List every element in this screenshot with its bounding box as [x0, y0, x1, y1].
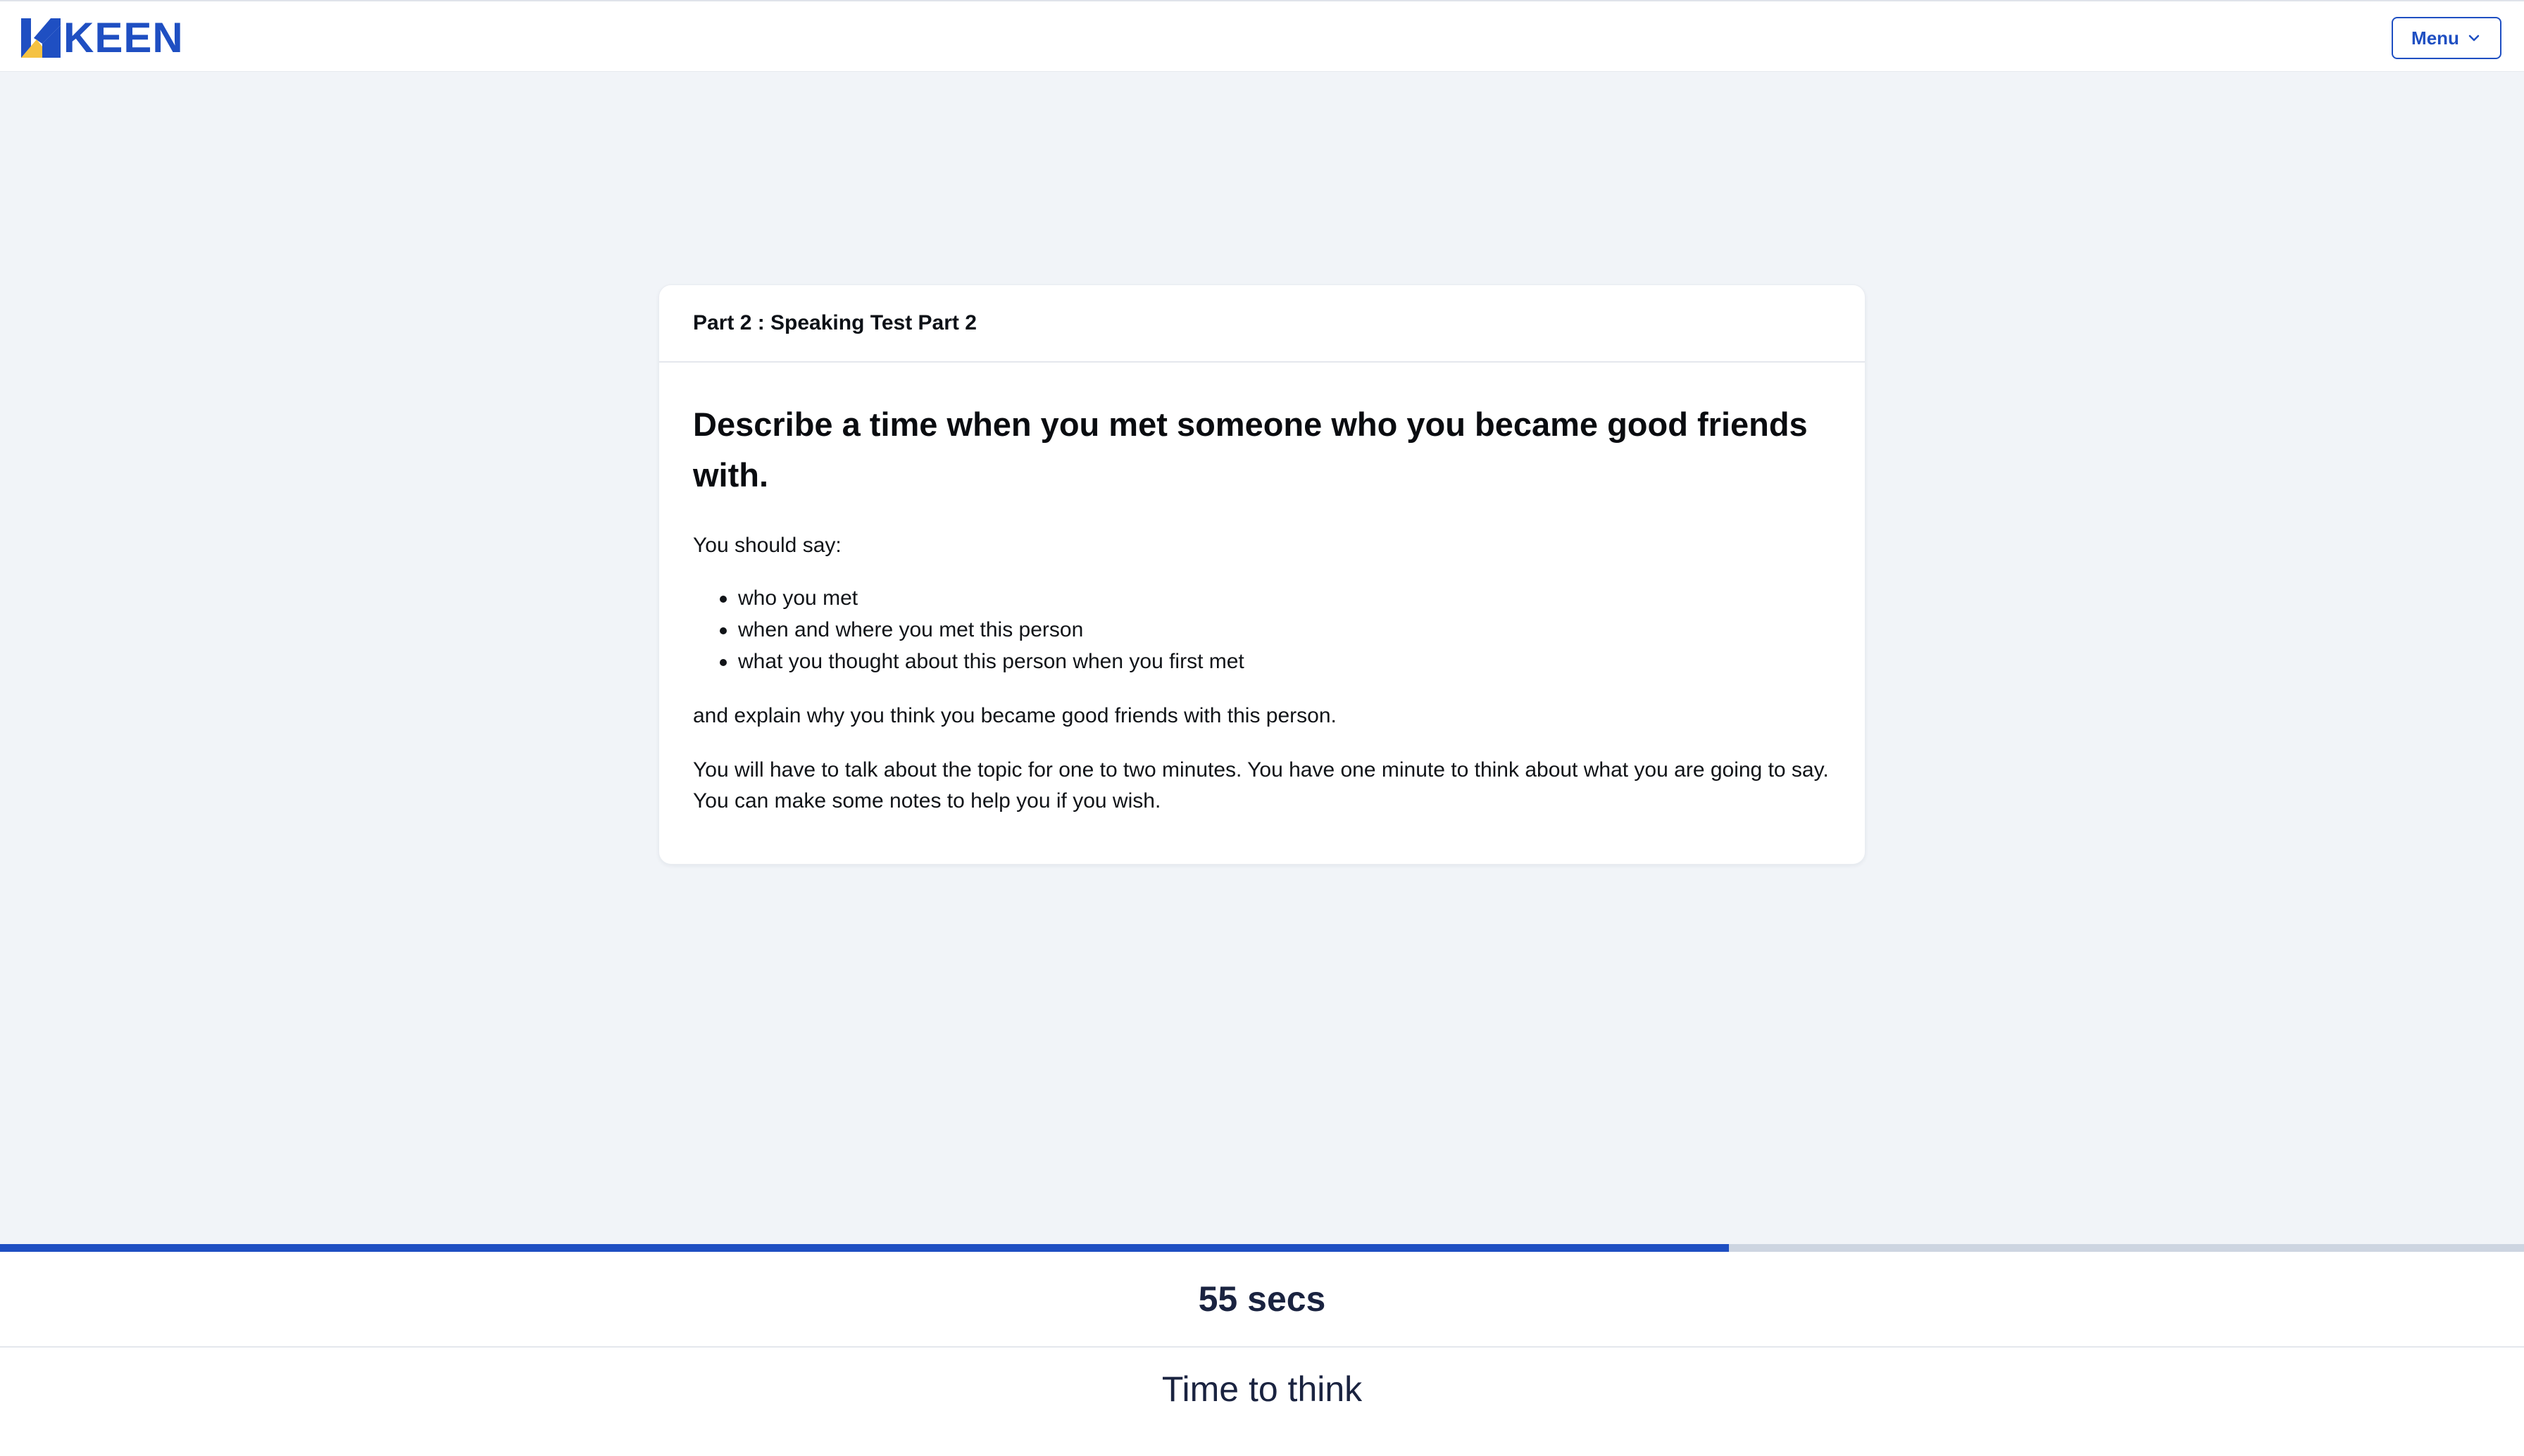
timer-progress-fill	[0, 1244, 1730, 1252]
keen-logo[interactable]: KEEN	[21, 14, 184, 61]
menu-label: Menu	[2411, 27, 2459, 49]
part-title: Part 2 : Speaking Test Part 2	[693, 311, 977, 334]
list-item: what you thought about this person when …	[693, 646, 1831, 677]
phase-label: Time to think	[1161, 1369, 1363, 1409]
list-item: who you met	[693, 582, 1831, 614]
bullet-dot	[720, 627, 727, 634]
question-card: Part 2 : Speaking Test Part 2 Describe a…	[658, 284, 1866, 865]
card-body: Describe a time when you met someone who…	[659, 363, 1865, 817]
card-header: Part 2 : Speaking Test Part 2	[659, 285, 1865, 363]
logo-text: KEEN	[63, 14, 184, 61]
top-navigation-bar: KEEN Menu	[0, 0, 2524, 72]
question-title: Describe a time when you met someone who…	[693, 406, 1808, 494]
keen-logo-icon	[21, 18, 61, 58]
bullet-text: what you thought about this person when …	[738, 650, 1244, 673]
bullet-text: who you met	[738, 586, 858, 610]
bullet-text: when and where you met this person	[738, 618, 1084, 641]
timer-progress-bar	[0, 1244, 2524, 1252]
timer-panel: 55 secs Time to think	[0, 1252, 2524, 1456]
bullet-dot	[720, 596, 727, 603]
countdown-timer: 55 secs	[0, 1252, 2524, 1348]
prompt-instructions: You will have to talk about the topic fo…	[693, 758, 1829, 812]
prompt-explain: and explain why you think you became goo…	[693, 704, 1337, 727]
menu-button[interactable]: Menu	[2392, 17, 2501, 59]
list-item: when and where you met this person	[693, 614, 1831, 646]
prompt-bullet-list: who you met when and where you met this …	[693, 582, 1831, 677]
chevron-down-icon	[2468, 34, 2480, 42]
prompt-intro: You should say:	[693, 534, 842, 557]
bullet-dot	[720, 659, 727, 666]
